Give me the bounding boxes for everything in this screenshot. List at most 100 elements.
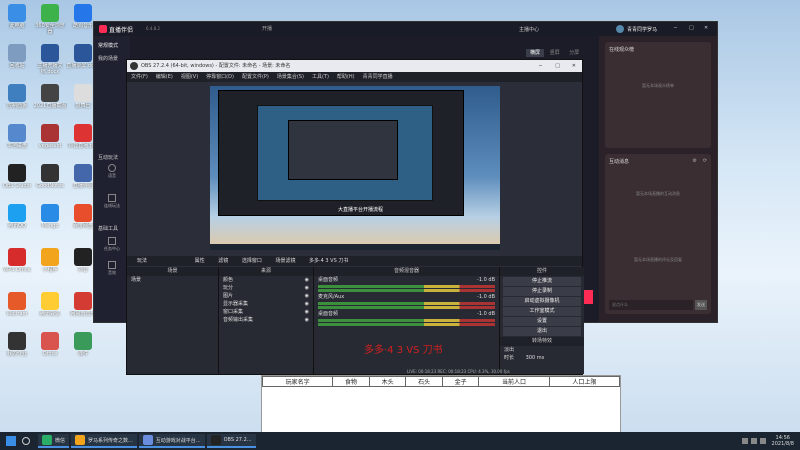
tab-split[interactable]: 分屏 — [565, 49, 583, 57]
mode-selector[interactable]: 常规模式 — [94, 36, 130, 49]
taskbar-app[interactable]: 微信 — [38, 434, 70, 448]
minimize-button[interactable]: ─ — [674, 25, 677, 31]
desktop-icon[interactable]: 本地磁盘 — [0, 122, 34, 162]
select-window-button[interactable]: 选择窗口 — [242, 258, 262, 264]
source-item[interactable]: ◉ 显示器采集 — [219, 300, 313, 308]
desktop-icon[interactable]: Office — [33, 330, 67, 370]
table-header[interactable]: 金子 — [441, 376, 480, 387]
mixer-channel-level: -1.0 dB — [477, 294, 495, 300]
settings-icon[interactable]: ⚙ — [693, 158, 697, 164]
tool-link[interactable]: 连线玩法 — [102, 194, 122, 209]
eye-icon[interactable]: ◉ — [305, 292, 309, 300]
obs-close-button[interactable]: ✕ — [572, 60, 576, 72]
eye-icon[interactable]: ◉ — [305, 300, 309, 308]
tool-voice[interactable]: 语音 — [102, 164, 122, 179]
mixer-channel[interactable]: 麦克风/Aux -1.0 dB — [314, 293, 499, 309]
desktop-icon[interactable]: vegasvid — [33, 122, 67, 162]
tool-sound[interactable]: 音效 — [102, 261, 122, 276]
desktop-icon[interactable]: 360安全浏览器 — [33, 2, 67, 42]
obs-menu-item[interactable]: 视图(V) — [181, 74, 198, 80]
scene-filters-button[interactable]: 滤镜 — [218, 258, 228, 264]
scene-item[interactable]: 场景 — [127, 276, 218, 284]
table-header[interactable]: 人口上限 — [548, 376, 621, 387]
scene-filter-button[interactable]: 场景滤镜 — [275, 258, 295, 264]
desktop-icon[interactable]: 2021直播截图 — [33, 82, 67, 122]
desktop-icon[interactable]: Mango — [33, 202, 67, 242]
search-icon[interactable] — [22, 437, 30, 445]
desktop-icon[interactable]: OBS Studio — [0, 162, 34, 202]
taskbar-app[interactable]: OBS 27.2... — [206, 434, 256, 448]
close-button[interactable]: ✕ — [704, 25, 708, 31]
obs-menu-item[interactable]: 文件(F) — [131, 74, 148, 80]
taskbar-app[interactable]: 互动游戏对战平台... — [138, 434, 205, 448]
obs-menu-item[interactable]: 工具(T) — [312, 74, 329, 80]
user-name[interactable]: 青青同学罗马 — [627, 26, 657, 33]
source-item[interactable]: ◉ 音频输出采集 — [219, 316, 313, 324]
desktop-icon[interactable]: 主播开播文档.docx — [33, 42, 67, 82]
table-header[interactable]: 玩家名字 — [261, 376, 334, 387]
taskbar-app[interactable]: 罗马系列传奇之数... — [71, 434, 137, 448]
obs-menu-item[interactable]: 编辑(E) — [156, 74, 173, 80]
chat-input[interactable]: 说点什么 — [609, 300, 693, 310]
desktop-icon[interactable]: Wolfram — [0, 290, 34, 330]
eye-icon[interactable]: ◉ — [305, 316, 309, 324]
app-icon — [74, 44, 92, 62]
tool-task[interactable]: 任务中心 — [102, 237, 122, 252]
online-audience-panel: 在线观众榜 暂无本场观众榜单 — [605, 42, 711, 148]
mixer-channel[interactable]: 桌面音频 -1.0 dB — [314, 276, 499, 292]
mixer-channel[interactable]: 桌面音频 -1.0 dB — [314, 310, 499, 326]
table-header[interactable]: 当前人口 — [478, 376, 550, 387]
obs-menu-item[interactable]: 配置文件(P) — [242, 74, 269, 80]
tab-portrait[interactable]: 竖屏 — [546, 49, 564, 57]
app-icon — [8, 204, 26, 222]
refresh-icon[interactable]: ⟳ — [703, 158, 707, 164]
eye-icon[interactable]: ◉ — [305, 284, 309, 292]
send-button[interactable]: 发送 — [695, 300, 707, 310]
obs-control-button[interactable]: 启动虚拟摄像机 — [503, 297, 581, 306]
obs-control-button[interactable]: 停止推流 — [503, 277, 581, 286]
obs-menu-item[interactable]: 停靠窗口(D) — [206, 74, 234, 80]
transition-duration[interactable]: 时长 300 ms — [500, 354, 584, 362]
desktop-icon[interactable]: GoodNotes — [33, 162, 67, 202]
desktop-icon[interactable]: 此电脑 — [0, 2, 34, 42]
source-item[interactable]: ◉ 颜色 — [219, 276, 313, 284]
user-avatar[interactable] — [616, 25, 624, 33]
table-header[interactable]: 石头 — [405, 376, 443, 387]
obs-preview[interactable]: 大直播平台开播流程 — [210, 86, 500, 250]
source-item[interactable]: ◉ 玩分 — [219, 284, 313, 292]
desktop-icon[interactable]: 腾讯会议 — [33, 290, 67, 330]
eye-icon[interactable]: ◉ — [305, 276, 309, 284]
obs-minimize-button[interactable]: ─ — [539, 60, 542, 72]
obs-control-button[interactable]: 工作室模式 — [503, 307, 581, 316]
obs-control-button[interactable]: 退出 — [503, 327, 581, 336]
tray-icons[interactable] — [741, 438, 766, 444]
tab-landscape[interactable]: 横屏 — [526, 49, 545, 57]
table-header[interactable]: 食物 — [332, 376, 370, 387]
desktop-icon[interactable]: 课件 — [66, 330, 100, 370]
source-item[interactable]: ◉ 窗口采集 — [219, 308, 313, 316]
source-item[interactable]: ◉ 图片 — [219, 292, 313, 300]
maximize-button[interactable]: □ — [689, 25, 694, 31]
start-button[interactable] — [6, 436, 16, 446]
scene-properties-button[interactable]: 属性 — [195, 258, 205, 264]
obs-menu-item[interactable]: 青青同学直播 — [363, 74, 393, 80]
desktop-icon[interactable]: WPS Office — [0, 246, 34, 286]
desktop-icon[interactable]: 控制面板 — [0, 82, 34, 122]
start-live-button[interactable] — [583, 290, 593, 304]
transition-type[interactable]: 淡出 — [500, 346, 584, 354]
obs-menu-item[interactable]: 帮助(H) — [337, 74, 355, 80]
obs-control-button[interactable]: 停止录制 — [503, 287, 581, 296]
obs-menu-item[interactable]: 场景集合(S) — [277, 74, 304, 80]
live-helper-tab-title[interactable]: 开播 — [262, 25, 272, 32]
my-scene-link[interactable]: 我的场景 — [94, 49, 130, 62]
table-header[interactable]: 木头 — [368, 376, 407, 387]
obs-maximize-button[interactable]: □ — [555, 60, 560, 72]
desktop-icon[interactable]: 我的作业 — [0, 330, 34, 370]
eye-icon[interactable]: ◉ — [305, 308, 309, 316]
desktop-icon[interactable]: 腾讯QQ — [0, 202, 34, 242]
clock[interactable]: 14:56 2021/8/8 — [772, 435, 794, 447]
obs-control-button[interactable]: 设置 — [503, 317, 581, 326]
header-right-label[interactable]: 主播中心 — [519, 26, 539, 33]
desktop-icon[interactable]: 回收站 — [0, 42, 34, 82]
desktop-icon[interactable]: 小程序 — [33, 246, 67, 286]
